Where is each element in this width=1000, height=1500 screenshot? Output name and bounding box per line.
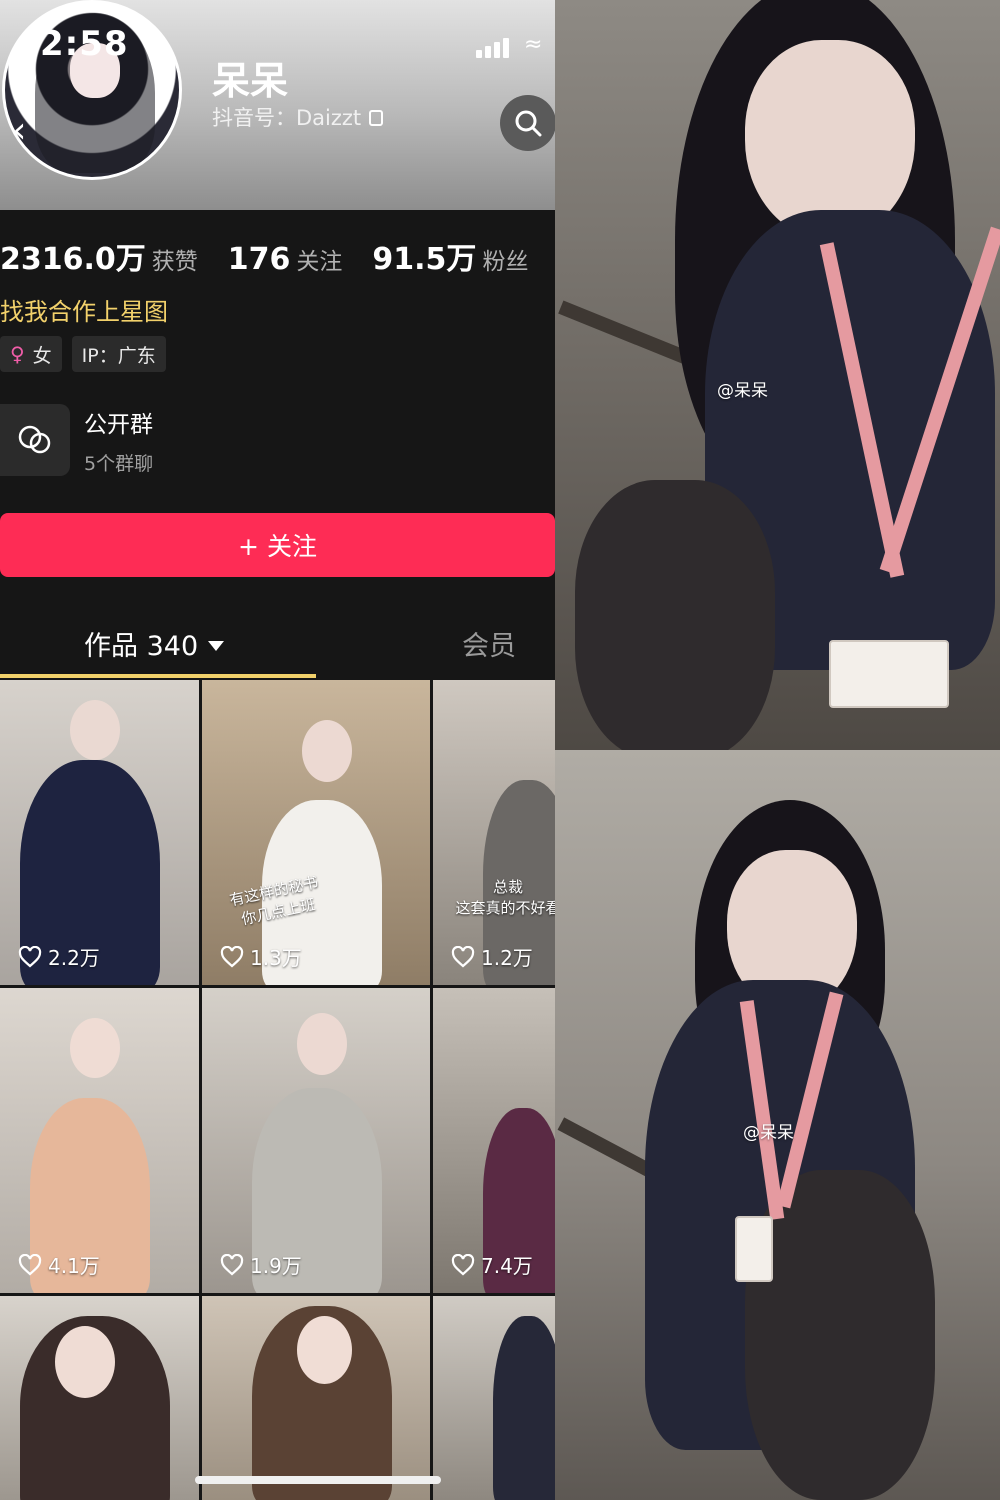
status-time: 2:58 [40, 24, 129, 64]
video-thumbnail[interactable]: 1.9万 [202, 988, 430, 1293]
stat-label: 获赞 [151, 249, 198, 275]
video-thumbnail[interactable] [0, 1296, 199, 1500]
stat-label: 关注 [296, 249, 343, 275]
photo-top: @呆呆 [555, 0, 1000, 750]
like-count-text: 1.9万 [250, 1254, 302, 1278]
account-id: 抖音号：Daizzt [212, 102, 384, 132]
video-thumbnail[interactable]: 有这样的秘书 你几点上班 1.3万 [202, 680, 430, 985]
signal-icon [476, 34, 514, 58]
heart-icon [220, 1253, 244, 1275]
ip-label: IP：广东 [81, 344, 156, 367]
profile-bio: 找我合作上星图 [0, 298, 168, 326]
like-count: 2.2万 [18, 942, 100, 971]
profile-tags: ♀ 女 IP：广东 [0, 336, 166, 372]
stat-likes[interactable]: 2316.0万 获赞 [0, 234, 198, 278]
like-count: 4.1万 [18, 1250, 100, 1279]
group-chat-icon [0, 404, 70, 476]
copy-icon[interactable] [369, 110, 384, 126]
like-count: 1.3万 [220, 942, 302, 971]
group-subtitle: 5个群聊 [84, 452, 154, 475]
stat-value: 2316.0万 [0, 242, 146, 277]
profile-screen: 2:58 ‹ ≈ 呆呆 抖音号：Daizzt 2316.0万 获赞 176 关注 9… [0, 0, 555, 1500]
search-button[interactable] [500, 95, 555, 151]
tab-works[interactable]: 作品 340 [84, 624, 225, 663]
thumbnail-face [70, 1018, 120, 1078]
thumbnail-face [70, 700, 120, 760]
stat-value: 91.5万 [372, 242, 477, 277]
video-thumbnail[interactable] [202, 1296, 430, 1500]
female-icon: ♀ [10, 342, 25, 366]
photo-bottom: @呆呆 [555, 750, 1000, 1500]
wifi-icon: ≈ [524, 32, 543, 57]
tab-member[interactable]: 会员 [462, 624, 516, 663]
heart-icon [18, 1253, 42, 1275]
stat-value: 176 [227, 242, 291, 277]
video-thumbnail[interactable] [433, 1296, 555, 1500]
tab-works-label: 作品 340 [84, 631, 199, 662]
video-thumbnail[interactable]: 4.1万 [0, 988, 199, 1293]
video-thumbnail[interactable]: 7.4万 [433, 988, 555, 1293]
like-count-text: 1.2万 [481, 946, 533, 970]
stat-following[interactable]: 176 关注 [228, 242, 343, 277]
thumbnail-face [297, 1013, 347, 1075]
heart-icon [220, 945, 244, 967]
thumbnail-face [297, 1316, 352, 1384]
ip-tag: IP：广东 [71, 336, 166, 372]
chat-bubbles-icon [18, 425, 51, 454]
follow-button[interactable]: + 关注 [0, 513, 555, 577]
like-count-text: 1.3万 [250, 946, 302, 970]
home-indicator[interactable] [195, 1476, 441, 1484]
gender-tag: ♀ 女 [0, 336, 62, 372]
stat-followers[interactable]: 91.5万 粉丝 [372, 234, 528, 278]
account-id-text: 抖音号：Daizzt [212, 106, 362, 130]
back-arrow-icon[interactable]: ‹ [12, 110, 26, 151]
public-group[interactable]: 公开群 5个群聊 [0, 404, 153, 476]
search-icon [515, 110, 542, 137]
baseboard [557, 1117, 653, 1177]
photo-watermark: @呆呆 [743, 1123, 794, 1143]
stat-label: 粉丝 [482, 249, 529, 275]
video-thumbnail[interactable]: 总裁 这套真的不好看 1.2万 [433, 680, 555, 985]
heart-icon [451, 945, 475, 967]
content-tabs: 作品 340 会员 [0, 610, 555, 680]
id-badge [829, 640, 949, 708]
like-count: 1.2万 [451, 942, 533, 971]
caret-down-icon [208, 641, 225, 651]
profile-header: 2:58 ‹ ≈ 呆呆 抖音号：Daizzt [0, 0, 555, 210]
thumbnail-face [302, 720, 352, 782]
like-count-text: 4.1万 [48, 1254, 100, 1278]
profile-stats: 2316.0万 获赞 176 关注 91.5万 粉丝 [0, 234, 555, 278]
like-count-text: 2.2万 [48, 946, 100, 970]
thumbnail-face [55, 1326, 115, 1398]
video-caption: 总裁 这套真的不好看 [455, 878, 555, 917]
heart-icon [451, 1253, 475, 1275]
tab-active-indicator [0, 674, 316, 678]
profile-nickname: 呆呆 [212, 59, 289, 103]
thumbnail-figure [493, 1316, 555, 1500]
figure-legs [745, 1170, 935, 1500]
group-title: 公开群 [84, 411, 153, 438]
heart-icon [18, 945, 42, 967]
video-thumbnail[interactable]: 2.2万 [0, 680, 199, 985]
id-badge [735, 1216, 773, 1282]
like-count: 1.9万 [220, 1250, 302, 1279]
like-count-text: 7.4万 [481, 1254, 533, 1278]
gender-label: 女 [32, 344, 52, 367]
photo-watermark: @呆呆 [717, 381, 768, 401]
figure-legs [575, 480, 775, 750]
like-count: 7.4万 [451, 1250, 533, 1279]
